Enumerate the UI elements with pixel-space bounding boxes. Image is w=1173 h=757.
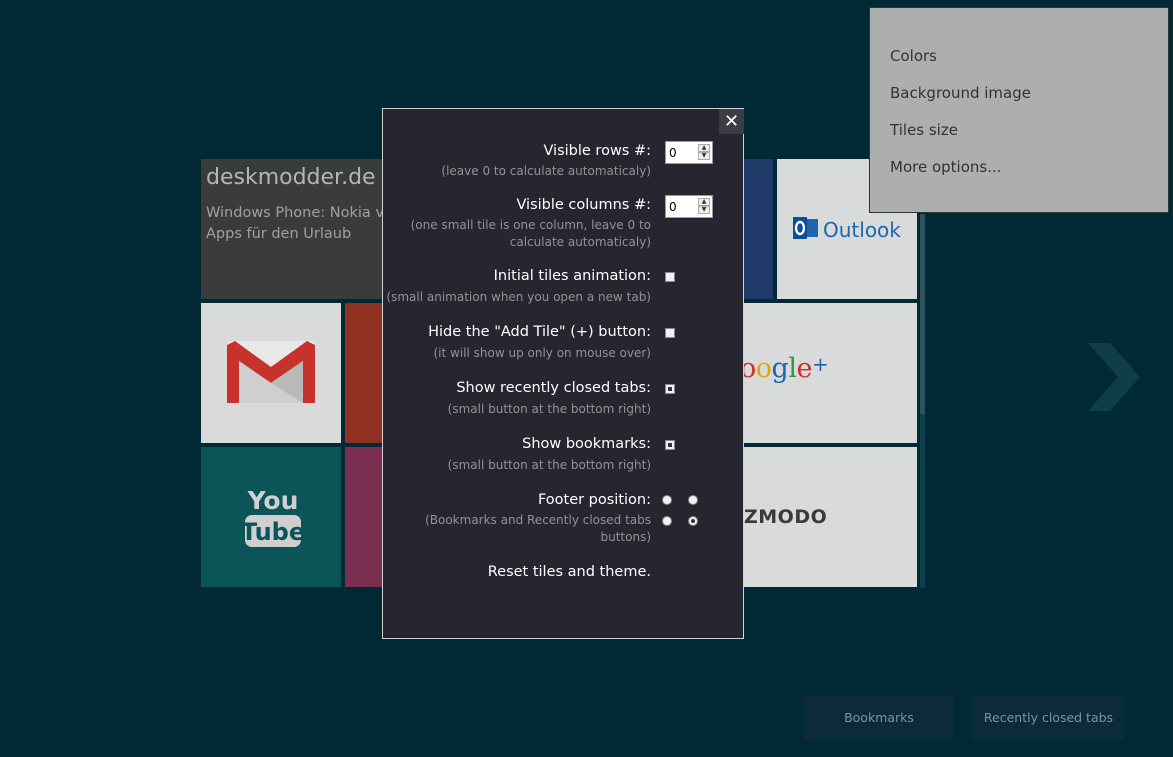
- visible-columns-hint-line1: (one small tile is one column, leave 0 t…: [410, 218, 651, 232]
- hide-add-tile-hint: (it will show up only on mouse over): [433, 346, 651, 360]
- initial-animation-checkbox[interactable]: [665, 272, 675, 282]
- visible-columns-value: 0: [669, 200, 677, 214]
- show-recent-tabs-checkbox[interactable]: [665, 384, 675, 394]
- close-icon[interactable]: ✕: [719, 109, 744, 134]
- next-page-arrow-icon[interactable]: [1086, 341, 1142, 413]
- recently-closed-tabs-button[interactable]: Recently closed tabs: [973, 696, 1124, 739]
- scrollbar-thumb[interactable]: [920, 214, 925, 414]
- visible-rows-hint: (leave 0 to calculate automaticaly): [441, 164, 651, 178]
- visible-columns-input[interactable]: 0 ▲ ▼: [665, 195, 713, 218]
- tile-blue[interactable]: [740, 159, 773, 299]
- menu-item-more-options[interactable]: More options...: [890, 158, 1002, 176]
- google-plus-o2: o: [755, 353, 772, 384]
- initial-animation-hint: (small animation when you open a new tab…: [386, 290, 651, 304]
- google-plus-logo: oogle+: [740, 352, 829, 384]
- footer-position-hint-line2: buttons): [600, 530, 651, 544]
- reset-tiles-link[interactable]: Reset tiles and theme.: [488, 564, 651, 580]
- visible-columns-spinner[interactable]: ▲ ▼: [698, 198, 710, 215]
- tiles-scrollbar[interactable]: [920, 214, 925, 588]
- tile-news-text: Windows Phone: Nokia ve Apps für den Url…: [206, 203, 382, 245]
- tile-gizmodo[interactable]: ZMODO: [740, 447, 917, 587]
- youtube-logo-tube: Tube: [243, 518, 303, 546]
- visible-columns-hint-line2: calculate automaticaly): [509, 235, 651, 249]
- footer-position-bottom-right-radio[interactable]: [688, 516, 698, 526]
- show-bookmarks-hint: (small button at the bottom right): [447, 458, 651, 472]
- spin-up-icon[interactable]: ▲: [698, 144, 710, 152]
- footer-position-label: Footer position:: [537, 492, 651, 508]
- more-options-dialog: ✕ Visible rows #: (leave 0 to calculate …: [382, 108, 744, 639]
- gmail-icon: [227, 341, 315, 403]
- tile-news-line2: Apps für den Urlaub: [206, 226, 352, 242]
- hide-add-tile-label: Hide the "Add Tile" (+) button:: [428, 324, 651, 340]
- tile-youtube[interactable]: You Tube: [201, 447, 341, 587]
- footer-position-hint-line1: (Bookmarks and Recently closed tabs: [425, 513, 651, 527]
- visible-columns-hint: (one small tile is one column, leave 0 t…: [411, 217, 651, 251]
- gizmodo-logo: ZMODO: [744, 506, 828, 528]
- youtube-logo-you: You: [247, 486, 299, 515]
- show-recent-tabs-hint: (small button at the bottom right): [447, 402, 651, 416]
- tile-google-plus[interactable]: oogle+: [740, 303, 917, 443]
- show-bookmarks-checkbox[interactable]: [665, 440, 675, 450]
- bookmarks-button[interactable]: Bookmarks: [804, 696, 954, 739]
- visible-rows-input[interactable]: 0 ▲ ▼: [665, 141, 713, 164]
- outlook-label: Outlook: [823, 218, 901, 242]
- footer-position-bottom-left-radio[interactable]: [662, 516, 672, 526]
- visible-rows-label: Visible rows #:: [543, 143, 651, 159]
- spin-down-icon[interactable]: ▼: [698, 206, 710, 214]
- google-plus-g: g: [771, 353, 789, 384]
- google-plus-plus: +: [811, 352, 829, 376]
- spin-down-icon[interactable]: ▼: [698, 152, 710, 160]
- visible-rows-spinner[interactable]: ▲ ▼: [698, 144, 710, 161]
- outlook-icon: [793, 217, 818, 239]
- menu-item-tiles-size[interactable]: Tiles size: [890, 121, 958, 139]
- google-plus-e: e: [796, 353, 812, 384]
- tile-gmail[interactable]: [201, 303, 341, 443]
- settings-menu: Colors Background image Tiles size More …: [869, 7, 1169, 213]
- tile-news-line1: Windows Phone: Nokia ve: [206, 205, 382, 221]
- footer-position-top-right-radio[interactable]: [688, 495, 698, 505]
- youtube-icon: You Tube: [243, 486, 303, 547]
- tile-title: deskmodder.de: [206, 165, 376, 190]
- show-bookmarks-label: Show bookmarks:: [522, 436, 651, 452]
- visible-columns-label: Visible columns #:: [516, 197, 651, 213]
- menu-item-background-image[interactable]: Background image: [890, 84, 1031, 102]
- initial-animation-label: Initial tiles animation:: [493, 268, 651, 284]
- visible-rows-value: 0: [669, 146, 677, 160]
- footer-position-hint: (Bookmarks and Recently closed tabs butt…: [425, 512, 651, 546]
- show-recent-tabs-label: Show recently closed tabs:: [456, 380, 651, 396]
- hide-add-tile-checkbox[interactable]: [665, 328, 675, 338]
- menu-item-colors[interactable]: Colors: [890, 47, 937, 65]
- spin-up-icon[interactable]: ▲: [698, 198, 710, 206]
- footer-position-top-left-radio[interactable]: [662, 495, 672, 505]
